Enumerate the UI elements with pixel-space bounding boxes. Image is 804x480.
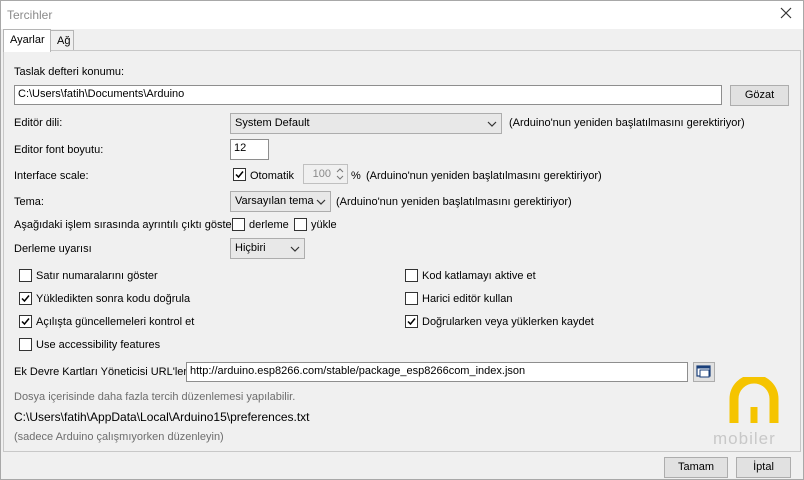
- board-urls-label: Ek Devre Kartları Yöneticisi URL'leri:: [14, 366, 193, 378]
- prefs-file-path: C:\Users\fatih\AppData\Local\Arduino15\p…: [14, 410, 310, 424]
- interface-scale-label: Interface scale:: [14, 170, 89, 182]
- tab-network-label: Ağ: [57, 35, 71, 47]
- font-size-input[interactable]: 12: [230, 139, 269, 160]
- tab-network[interactable]: Ağ: [50, 30, 74, 51]
- verbose-label: Aşağıdaki işlem sırasında ayrıntılı çıkt…: [14, 219, 239, 231]
- checkmark-icon: [21, 295, 30, 303]
- external-editor-label: Harici editör kullan: [422, 293, 513, 305]
- preferences-window: Tercihler Ayarlar Ağ Taslak defteri konu…: [0, 0, 804, 480]
- watermark-text: mobiler: [713, 429, 776, 448]
- verify-after-upload-checkbox[interactable]: [19, 292, 32, 305]
- title-bar: Tercihler: [1, 1, 803, 29]
- verbose-compile-label: derleme: [249, 219, 289, 231]
- chevron-down-icon: [316, 197, 326, 207]
- verbose-upload-label: yükle: [311, 219, 337, 231]
- tab-strip: Ayarlar Ağ: [1, 29, 803, 52]
- window-title: Tercihler: [7, 8, 53, 22]
- theme-select[interactable]: Varsayılan tema: [230, 191, 331, 212]
- warnings-label: Derleme uyarısı: [14, 243, 92, 255]
- save-on-verify-label: Doğrularken veya yüklerken kaydet: [422, 316, 594, 328]
- tab-settings-label: Ayarlar: [10, 34, 45, 46]
- font-size-label: Editor font boyutu:: [14, 144, 104, 156]
- board-urls-value: http://arduino.esp8266.com/stable/packag…: [190, 365, 526, 377]
- sketchbook-label: Taslak defteri konumu:: [14, 66, 125, 78]
- check-updates-label: Açılışta güncellemeleri kontrol et: [36, 316, 195, 328]
- editor-language-select[interactable]: System Default: [230, 113, 502, 134]
- ok-button[interactable]: Tamam: [664, 457, 728, 478]
- accessibility-label: Use accessibility features: [36, 339, 161, 351]
- spinner-arrows-icon[interactable]: [334, 166, 346, 182]
- editor-language-label: Editör dili:: [14, 117, 63, 129]
- mobiler-watermark: mobiler: [710, 377, 798, 449]
- warnings-select[interactable]: Hiçbiri: [230, 238, 305, 259]
- code-folding-label: Kod katlamayı aktive et: [422, 270, 536, 282]
- cancel-button[interactable]: İptal: [736, 457, 791, 478]
- accessibility-checkbox[interactable]: [19, 338, 32, 351]
- scale-unit: %: [351, 170, 361, 182]
- settings-panel: Taslak defteri konumu: C:\Users\fatih\Do…: [3, 50, 801, 452]
- scale-spinner[interactable]: 100: [303, 164, 348, 184]
- editor-language-value: System Default: [235, 117, 310, 129]
- verbose-upload-checkbox[interactable]: [294, 218, 307, 231]
- interface-scale-note: (Arduino'nun yeniden başlatılmasını gere…: [366, 170, 602, 182]
- chevron-down-icon: [487, 119, 497, 129]
- scale-spinner-value: 100: [312, 168, 331, 180]
- sketchbook-path-input[interactable]: C:\Users\fatih\Documents\Arduino: [14, 85, 722, 105]
- browse-button[interactable]: Gözat: [730, 85, 789, 106]
- chevron-down-icon: [290, 244, 300, 254]
- edit-only-when-closed-note: (sadece Arduino çalışmıyorken düzenleyin…: [14, 431, 224, 443]
- auto-scale-checkbox[interactable]: [233, 168, 246, 181]
- verbose-compile-checkbox[interactable]: [232, 218, 245, 231]
- mobiler-logo-icon: [729, 377, 779, 423]
- theme-label: Tema:: [14, 196, 44, 208]
- auto-scale-label: Otomatik: [250, 170, 295, 182]
- font-size-value: 12: [234, 142, 247, 154]
- show-line-numbers-label: Satır numaralarını göster: [36, 270, 158, 282]
- external-editor-checkbox[interactable]: [405, 292, 418, 305]
- dialog-button-bar: Tamam İptal: [1, 453, 803, 479]
- show-line-numbers-checkbox[interactable]: [19, 269, 32, 282]
- warnings-value: Hiçbiri: [235, 242, 266, 254]
- check-updates-checkbox[interactable]: [19, 315, 32, 328]
- sketchbook-path-value: C:\Users\fatih\Documents\Arduino: [18, 88, 185, 100]
- save-on-verify-checkbox[interactable]: [405, 315, 418, 328]
- checkmark-icon: [407, 318, 416, 326]
- theme-value: Varsayılan tema: [235, 195, 314, 207]
- more-prefs-note: Dosya içerisinde daha fazla tercih düzen…: [14, 391, 296, 403]
- board-urls-input[interactable]: http://arduino.esp8266.com/stable/packag…: [186, 362, 688, 382]
- checkmark-icon: [21, 318, 30, 326]
- close-icon[interactable]: [779, 6, 793, 20]
- editor-language-note: (Arduino'nun yeniden başlatılmasını gere…: [509, 117, 745, 129]
- verify-after-upload-label: Yükledikten sonra kodu doğrula: [36, 293, 191, 305]
- checkmark-icon: [235, 171, 244, 179]
- code-folding-checkbox[interactable]: [405, 269, 418, 282]
- theme-note: (Arduino'nun yeniden başlatılmasını gere…: [336, 196, 572, 208]
- tab-settings[interactable]: Ayarlar: [3, 29, 51, 52]
